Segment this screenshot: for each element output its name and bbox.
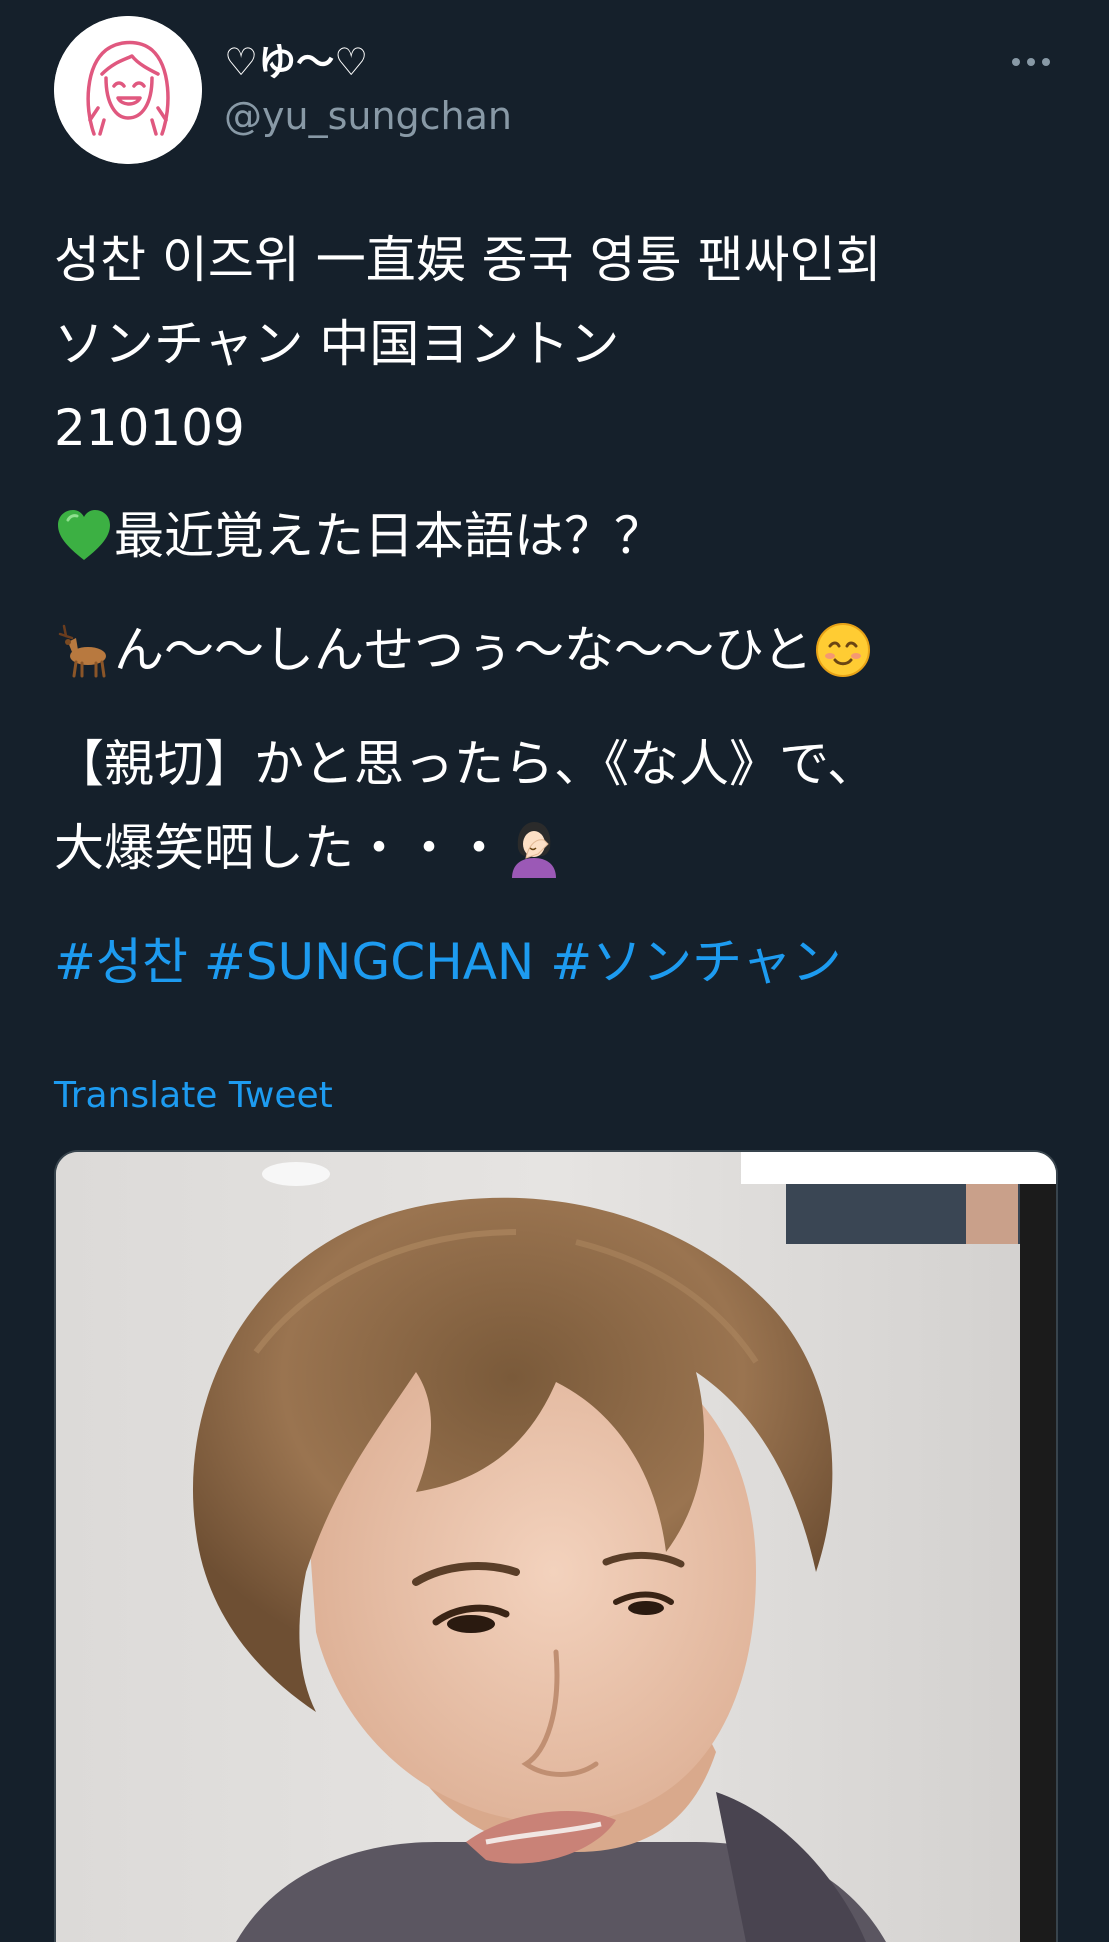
tweet-line: 210109: [54, 399, 245, 457]
answer-line: ん〜〜しんせつぅ〜な〜〜ひと: [54, 610, 1064, 694]
media-attachment[interactable]: [54, 1150, 1058, 1942]
more-options-button[interactable]: [1006, 44, 1056, 80]
hashtag-link[interactable]: #ソンチャン: [550, 933, 841, 991]
deer-icon: [58, 624, 106, 677]
question-text: 最近覚えた日本語は？？: [114, 507, 664, 565]
avatar-illustration: [54, 16, 202, 164]
avatar[interactable]: [54, 16, 202, 164]
hashtag-link[interactable]: #SUNGCHAN: [204, 933, 535, 991]
hashtag-line: #성찬 #SUNGCHAN #ソンチャン: [54, 922, 1064, 1006]
display-name[interactable]: ♡ゆ〜♡: [224, 38, 368, 86]
tweet-line: 성찬 이즈위 一直娱 중국 영통 팬싸인회: [54, 231, 882, 289]
comment-line: 【親切】かと思ったら、《な人》で、: [54, 735, 877, 793]
tweet-text: 성찬 이즈위 一直娱 중국 영통 팬싸인회 ソンチャン 中国ヨントン 21010…: [54, 220, 1064, 1006]
green-heart-icon: [58, 509, 110, 560]
more-icon: [1012, 58, 1050, 66]
tweet-line: ソンチャン 中国ヨントン: [54, 315, 620, 373]
question-line: 最近覚えた日本語は？？: [54, 496, 1064, 580]
hashtag-link[interactable]: #성찬: [54, 933, 188, 991]
photo-image: [56, 1152, 1056, 1942]
comment-text: 大爆笑晒した・・・: [54, 819, 504, 877]
user-handle[interactable]: @yu_sungchan: [224, 92, 512, 140]
facepalm-icon: [512, 821, 556, 878]
tweet: ♡ゆ〜♡ @yu_sungchan 성찬 이즈위 一直娱 중국 영통 팬싸인회 …: [0, 0, 1109, 1942]
comment-line: 大爆笑晒した・・・: [54, 808, 1064, 892]
answer-text: ん〜〜しんせつぅ〜な〜〜ひと: [114, 621, 813, 679]
smiling-face-icon: [815, 622, 870, 677]
translate-tweet-link[interactable]: Translate Tweet: [54, 1072, 333, 1120]
